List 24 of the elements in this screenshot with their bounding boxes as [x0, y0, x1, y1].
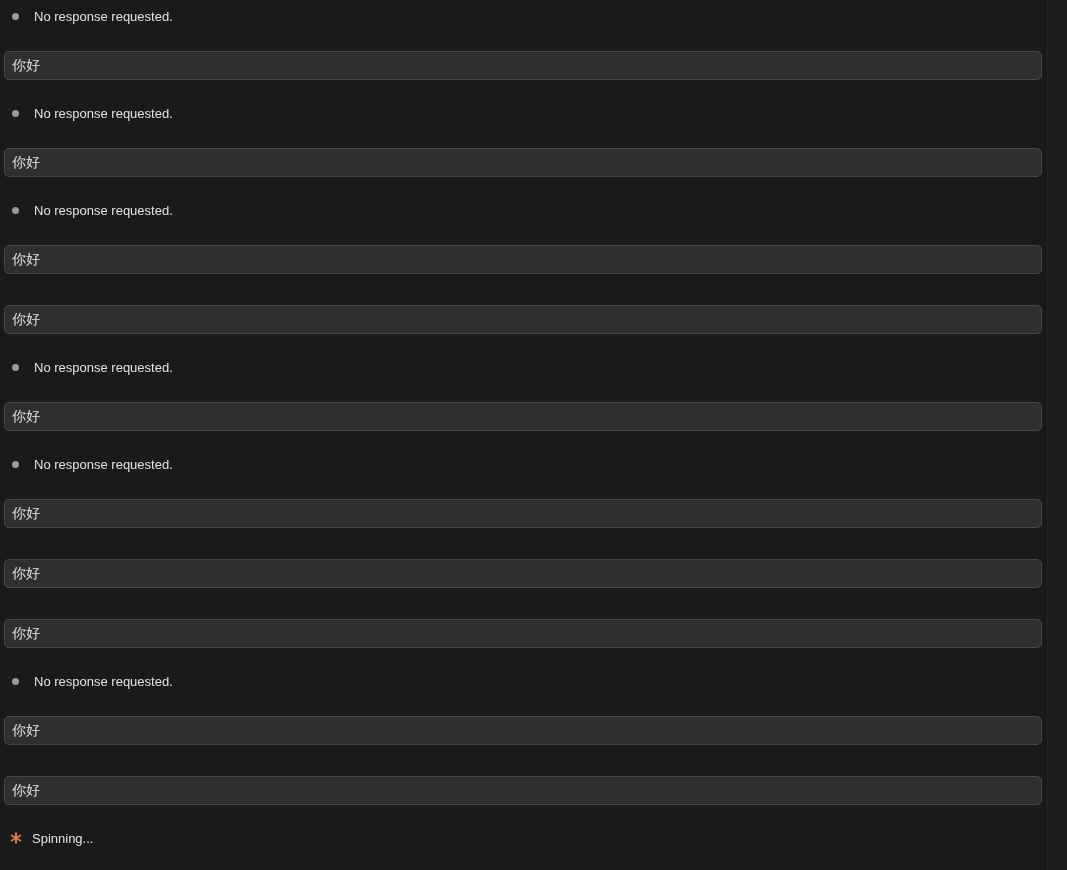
bullet-icon — [12, 12, 19, 20]
response-text: No response requested. — [34, 105, 173, 121]
user-message: 你好 — [4, 51, 1042, 80]
user-message: 你好 — [4, 619, 1042, 648]
response-text: No response requested. — [34, 359, 173, 375]
status-text: Spinning... — [32, 830, 94, 846]
user-message: 你好 — [4, 776, 1042, 805]
user-message: 你好 — [4, 716, 1042, 745]
bullet-icon — [12, 677, 19, 685]
user-message: 你好 — [4, 559, 1042, 588]
bullet-icon — [12, 109, 19, 117]
response-text: No response requested. — [34, 202, 173, 218]
user-message: 你好 — [4, 245, 1042, 274]
asterisk-icon — [10, 832, 22, 844]
response-text: No response requested. — [34, 673, 173, 689]
bullet-icon — [12, 206, 19, 214]
user-message: 你好 — [4, 148, 1042, 177]
user-message: 你好 — [4, 305, 1042, 334]
user-message: 你好 — [4, 499, 1042, 528]
response-text: No response requested. — [34, 456, 173, 472]
response-text: No response requested. — [34, 8, 173, 24]
bullet-icon — [12, 460, 19, 468]
bullet-icon — [12, 363, 19, 371]
user-message: 你好 — [4, 402, 1042, 431]
